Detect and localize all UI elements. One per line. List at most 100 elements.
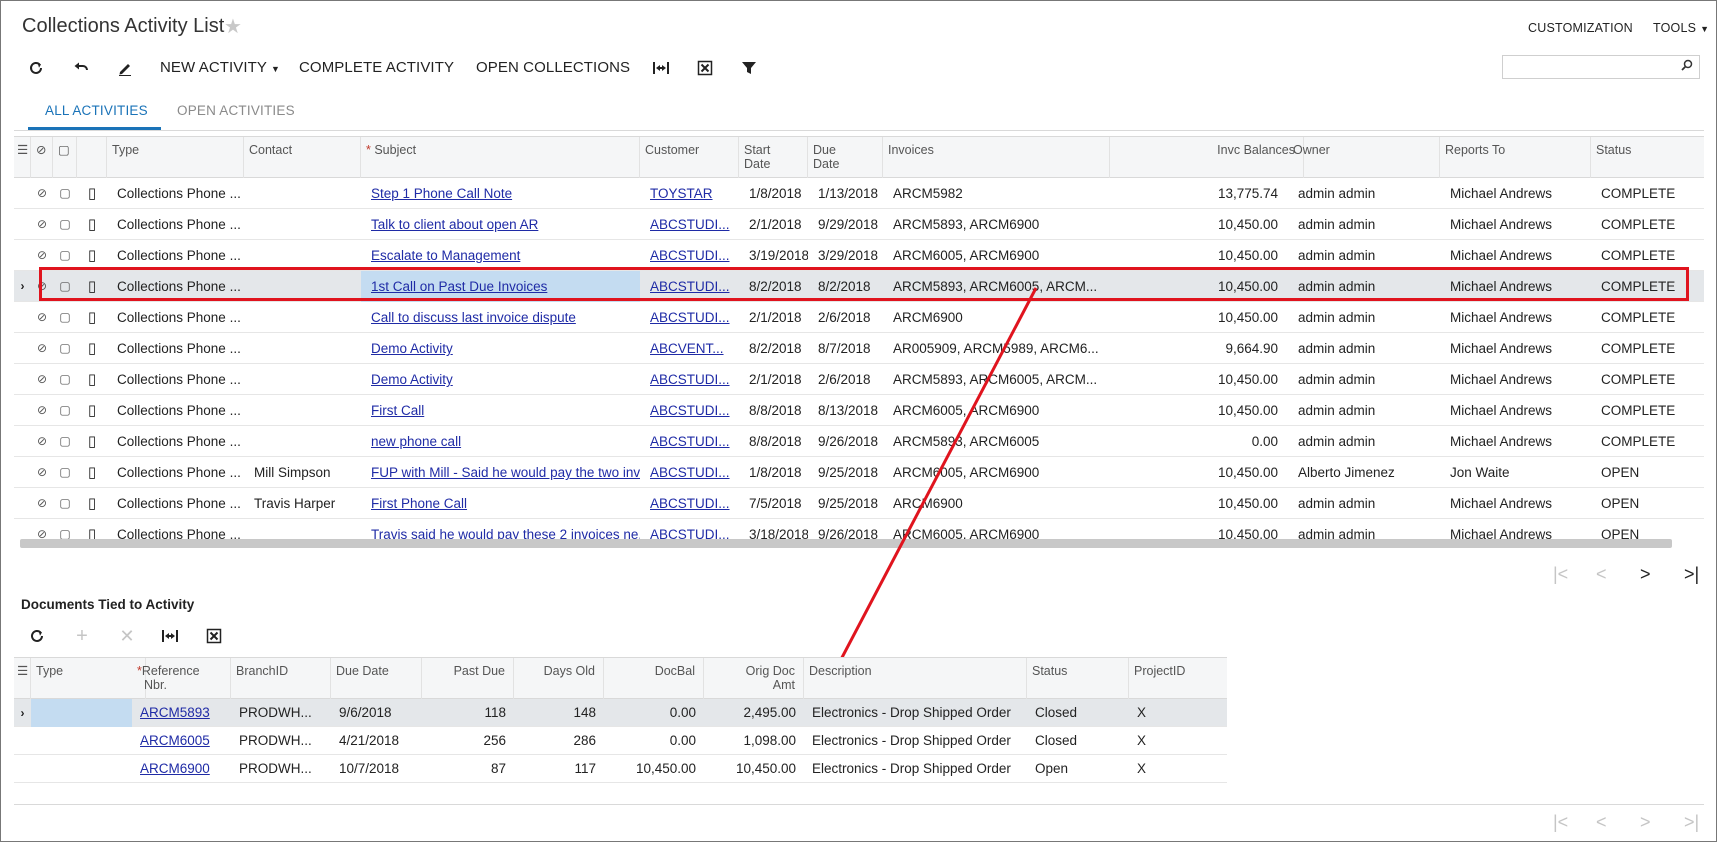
subject-link[interactable]: Demo Activity [371, 341, 453, 356]
customer-link[interactable]: ABCSTUDI... [650, 279, 730, 294]
phone-icon[interactable]: ▯ [77, 364, 107, 395]
note-icon[interactable]: ▢ [53, 209, 77, 240]
col-reports-to[interactable]: Reports To [1440, 137, 1591, 178]
doc-cell-ref[interactable]: ARCM6900 [132, 755, 231, 783]
doc-col-reference[interactable]: *Reference Nbr. [132, 658, 231, 699]
cell-subject[interactable]: Step 1 Phone Call Note [361, 178, 640, 209]
doc-col-type[interactable]: Type [31, 658, 146, 699]
doc-col-project[interactable]: ProjectID [1129, 658, 1227, 699]
row-selector-icon[interactable] [14, 457, 31, 488]
customer-link[interactable]: ABCSTUDI... [650, 248, 730, 263]
doc-export-excel-icon[interactable] [202, 624, 226, 648]
attachment-icon[interactable]: ⊘ [31, 426, 53, 457]
row-selector-icon[interactable] [14, 178, 31, 209]
col-start-date[interactable]: Start Date [739, 137, 808, 178]
cell-customer[interactable]: ABCSTUDI... [640, 457, 739, 488]
col-owner[interactable]: Owner [1288, 137, 1440, 178]
export-excel-icon[interactable] [693, 56, 717, 80]
subject-link[interactable]: Escalate to Management [371, 248, 520, 263]
phone-icon[interactable]: ▯ [77, 302, 107, 333]
row-selector-icon[interactable]: › [14, 699, 31, 727]
phone-icon[interactable]: ▯ [77, 271, 107, 302]
cell-subject[interactable]: First Call [361, 395, 640, 426]
subject-link[interactable]: Talk to client about open AR [371, 217, 538, 232]
cell-customer[interactable]: ABCSTUDI... [640, 302, 739, 333]
row-selector-icon[interactable] [14, 755, 31, 783]
customer-link[interactable]: ABCVENT... [650, 341, 724, 356]
customer-link[interactable]: ABCSTUDI... [650, 217, 730, 232]
col-type[interactable]: Type [107, 137, 244, 178]
attachment-icon[interactable]: ⊘ [31, 271, 53, 302]
doc-cell-ref[interactable]: ARCM5893 [132, 699, 231, 727]
row-selector-icon[interactable] [14, 488, 31, 519]
col-due-date[interactable]: Due Date [808, 137, 883, 178]
doc-col-status[interactable]: Status [1027, 658, 1129, 699]
doc-delete-icon[interactable]: ✕ [115, 624, 139, 648]
favorite-star-icon[interactable]: ★ [224, 14, 242, 39]
note-icon[interactable]: ▢ [53, 240, 77, 271]
cell-subject[interactable]: First Phone Call [361, 488, 640, 519]
filter-icon[interactable] [737, 56, 761, 80]
cell-customer[interactable]: TOYSTAR [640, 178, 739, 209]
row-selector-icon[interactable] [14, 333, 31, 364]
table-row[interactable]: ⊘ ▢ ▯ Collections Phone ... First Call ABCSTU… [14, 395, 1704, 426]
cell-customer[interactable]: ABCSTUDI... [640, 364, 739, 395]
table-row[interactable]: ⊘ ▢ ▯ Collections Phone ... new phone call AB… [14, 426, 1704, 457]
reference-link[interactable]: ARCM6005 [140, 733, 210, 748]
table-row[interactable]: ⊘ ▢ ▯ Collections Phone ... Demo Activity ABC… [14, 364, 1704, 395]
customer-link[interactable]: ABCSTUDI... [650, 403, 730, 418]
note-icon[interactable]: ▢ [53, 333, 77, 364]
attachment-icon[interactable]: ⊘ [31, 240, 53, 271]
row-settings-icon[interactable]: ☰ [14, 137, 31, 178]
note-icon[interactable]: ▢ [53, 364, 77, 395]
doc-last-page-icon[interactable]: >| [1684, 812, 1699, 833]
row-selector-icon[interactable] [14, 395, 31, 426]
note-icon[interactable]: ▢ [53, 302, 77, 333]
col-invoices[interactable]: Invoices [883, 137, 1110, 178]
subject-link[interactable]: Call to discuss last invoice dispute [371, 310, 576, 325]
customer-link[interactable]: TOYSTAR [650, 186, 713, 201]
doc-cell-ref[interactable]: ARCM6005 [132, 727, 231, 755]
phone-icon[interactable]: ▯ [77, 488, 107, 519]
new-activity-button[interactable]: NEW ACTIVITY ▼ [160, 59, 280, 76]
reference-link[interactable]: ARCM5893 [140, 705, 210, 720]
customer-link[interactable]: ABCSTUDI... [650, 372, 730, 387]
table-row[interactable]: ⊘ ▢ ▯ Collections Phone ... Demo Activity ABC… [14, 333, 1704, 364]
doc-next-page-icon[interactable]: > [1640, 812, 1651, 833]
col-status[interactable]: Status [1591, 137, 1704, 178]
phone-icon[interactable]: ▯ [77, 209, 107, 240]
doc-previous-page-icon[interactable]: < [1596, 812, 1607, 833]
subject-link[interactable]: new phone call [371, 434, 461, 449]
cell-subject[interactable]: Call to discuss last invoice dispute [361, 302, 640, 333]
col-contact[interactable]: Contact [244, 137, 361, 178]
undo-icon[interactable] [69, 56, 93, 80]
col-customer[interactable]: Customer [640, 137, 739, 178]
horizontal-scrollbar[interactable] [20, 539, 1672, 548]
search-box[interactable] [1502, 55, 1700, 79]
subject-link[interactable]: Step 1 Phone Call Note [371, 186, 512, 201]
subject-link[interactable]: Demo Activity [371, 372, 453, 387]
attachment-icon[interactable]: ⊘ [31, 457, 53, 488]
phone-icon[interactable]: ▯ [77, 426, 107, 457]
reference-link[interactable]: ARCM6900 [140, 761, 210, 776]
doc-col-orig-doc-amt[interactable]: Orig Doc Amt [704, 658, 804, 699]
row-selector-icon[interactable] [14, 727, 31, 755]
refresh-icon[interactable] [24, 56, 48, 80]
tab-all-activities[interactable]: ALL ACTIVITIES [45, 103, 148, 118]
document-row[interactable]: › ARCM5893 PRODWH... 9/6/2018 118 148 0.00 2,49… [14, 699, 1227, 727]
cell-subject[interactable]: FUP with Mill - Said he would pay the tw… [361, 457, 640, 488]
attachment-icon[interactable]: ⊘ [31, 488, 53, 519]
note-icon[interactable]: ▢ [53, 271, 77, 302]
doc-col-due-date[interactable]: Due Date [331, 658, 422, 699]
cell-customer[interactable]: ABCSTUDI... [640, 488, 739, 519]
cell-customer[interactable]: ABCSTUDI... [640, 240, 739, 271]
doc-col-past-due[interactable]: Past Due [422, 658, 514, 699]
open-collections-button[interactable]: OPEN COLLECTIONS [476, 59, 630, 76]
cell-subject[interactable]: Escalate to Management [361, 240, 640, 271]
col-subject[interactable]: * Subject [361, 137, 640, 178]
search-input[interactable] [1503, 56, 1673, 78]
doc-fit-columns-icon[interactable] [158, 624, 182, 648]
doc-add-icon[interactable]: + [70, 624, 94, 648]
subject-link[interactable]: First Call [371, 403, 424, 418]
complete-activity-button[interactable]: COMPLETE ACTIVITY [299, 59, 454, 76]
